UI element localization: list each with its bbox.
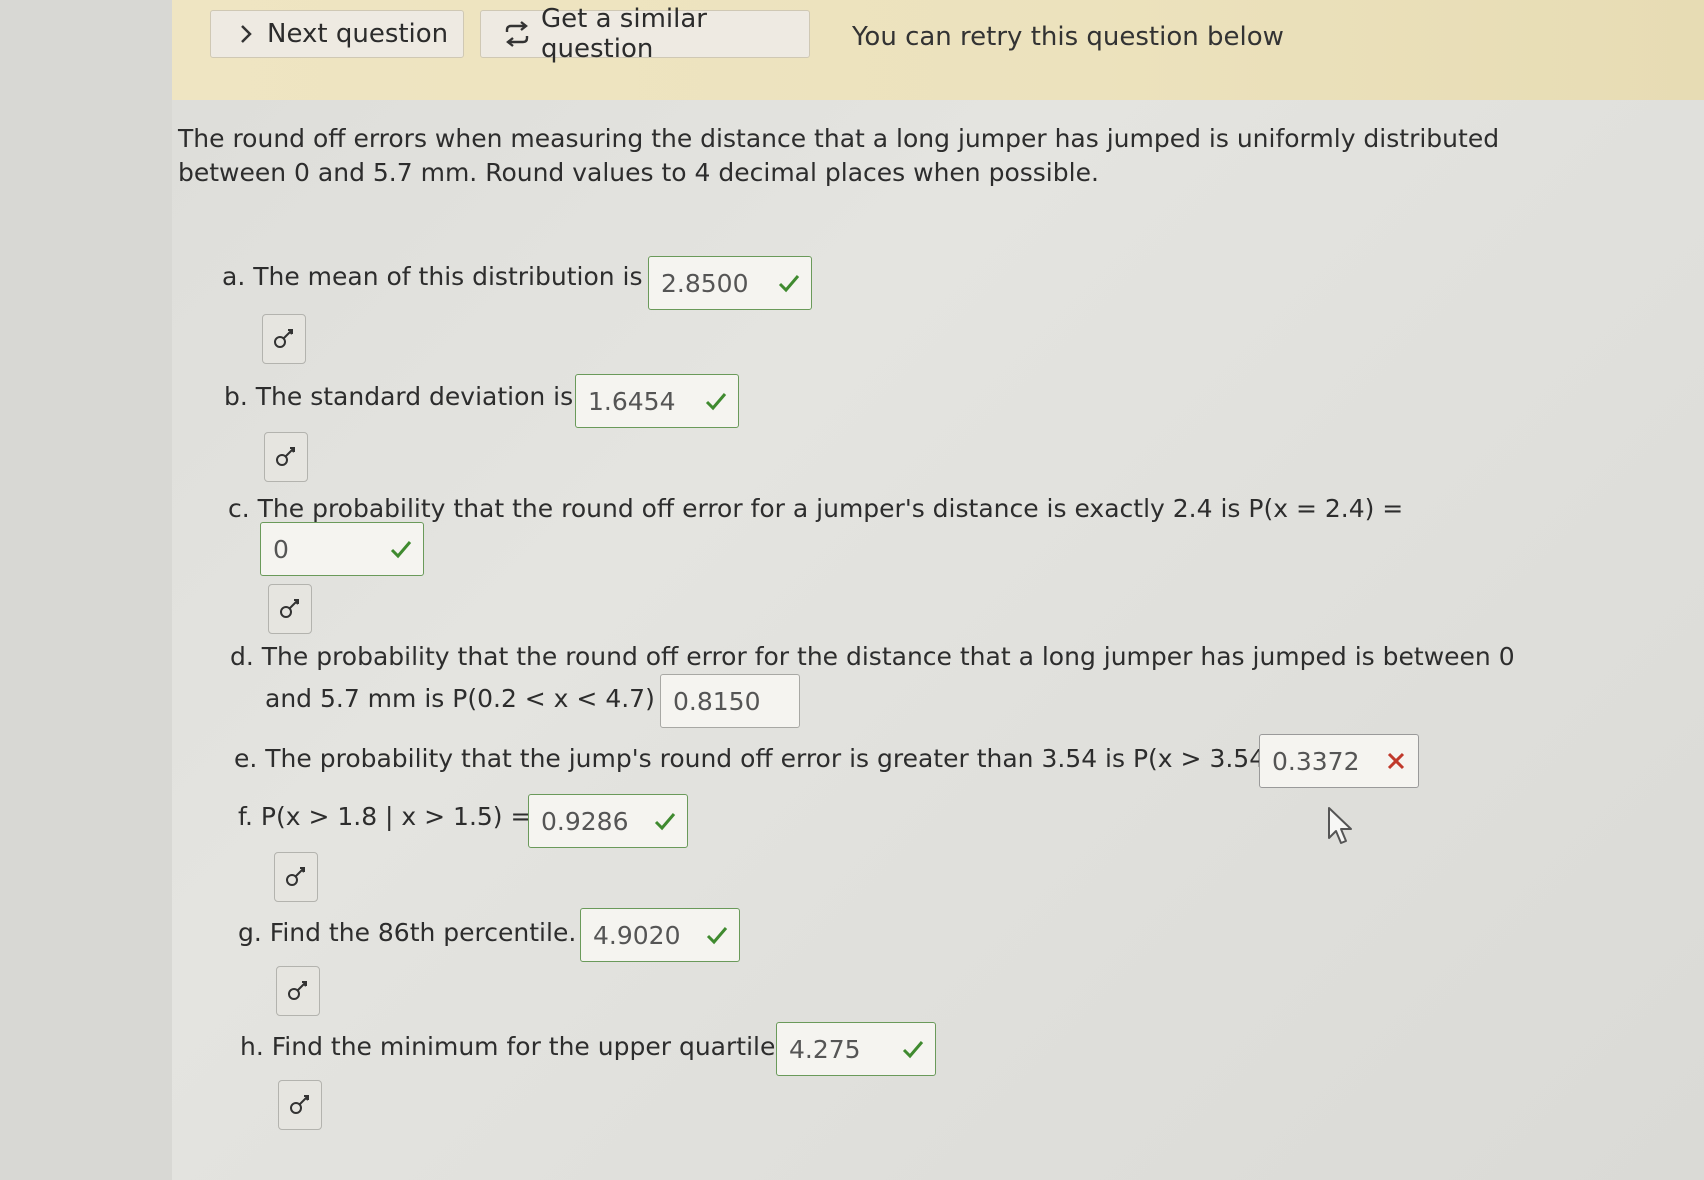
part-d-text-line1: d. The probability that the round off er…: [230, 642, 1515, 671]
key-icon: [286, 867, 305, 886]
x-icon: [1387, 752, 1405, 770]
part-f-text: f. P(x > 1.8 | x > 1.5) =: [238, 802, 532, 831]
check-icon: [902, 1041, 924, 1059]
cursor-icon: [1326, 806, 1356, 850]
chevron-right-icon: [239, 24, 253, 44]
retry-bar: Next question Get a similar question You…: [172, 0, 1704, 100]
similar-question-label: Get a similar question: [541, 4, 707, 64]
key-icon: [288, 981, 307, 1000]
key-icon: [290, 1095, 309, 1114]
check-icon: [778, 275, 800, 293]
check-icon: [706, 927, 728, 945]
part-f-answer-value: 0.9286: [541, 806, 629, 836]
part-b-text: b. The standard deviation is: [224, 382, 574, 411]
question-intro: The round off errors when measuring the …: [178, 124, 1500, 187]
part-h-answer[interactable]: 4.275: [776, 1022, 936, 1076]
part-a-answer-value: 2.8500: [661, 268, 749, 298]
next-question-button[interactable]: Next question: [210, 10, 464, 58]
part-e-text: e. The probability that the jump's round…: [234, 744, 1304, 773]
part-g-answer[interactable]: 4.9020: [580, 908, 740, 962]
repeat-icon: [503, 21, 531, 47]
key-button[interactable]: [274, 852, 318, 902]
key-button[interactable]: [262, 314, 306, 364]
check-icon: [390, 541, 412, 559]
part-b-answer-value: 1.6454: [588, 386, 676, 416]
part-d-answer[interactable]: 0.8150: [660, 674, 800, 728]
key-button[interactable]: [276, 966, 320, 1016]
key-icon: [280, 599, 299, 618]
part-e-answer[interactable]: 0.3372: [1259, 734, 1419, 788]
part-g-text: g. Find the 86th percentile.: [238, 918, 577, 947]
part-c-text: c. The probability that the round off er…: [228, 494, 1404, 523]
key-icon: [274, 329, 293, 348]
check-icon: [705, 393, 727, 411]
key-icon: [276, 447, 295, 466]
part-b-answer[interactable]: 1.6454: [575, 374, 739, 428]
left-margin: [0, 0, 172, 1180]
key-button[interactable]: [264, 432, 308, 482]
part-g-answer-value: 4.9020: [593, 920, 681, 950]
next-question-label: Next question: [267, 19, 449, 49]
key-button[interactable]: [278, 1080, 322, 1130]
part-d-answer-value: 0.8150: [673, 686, 761, 716]
part-a-answer[interactable]: 2.8500: [648, 256, 812, 310]
part-h-text: h. Find the minimum for the upper quarti…: [240, 1032, 784, 1061]
key-button[interactable]: [268, 584, 312, 634]
check-icon: [654, 813, 676, 831]
part-d-text-line2: and 5.7 mm is P(0.2 < x < 4.7) =: [265, 684, 684, 713]
part-f-answer[interactable]: 0.9286: [528, 794, 688, 848]
part-c-answer[interactable]: 0: [260, 522, 424, 576]
similar-question-button[interactable]: Get a similar question: [480, 4, 810, 64]
part-a-text: a. The mean of this distribution is: [222, 262, 643, 291]
part-c-answer-value: 0: [273, 534, 289, 564]
part-h-answer-value: 4.275: [789, 1034, 861, 1064]
retry-note: You can retry this question below: [852, 22, 1284, 52]
question-content: The round off errors when measuring the …: [172, 100, 1704, 1180]
part-e-answer-value: 0.3372: [1272, 746, 1360, 776]
